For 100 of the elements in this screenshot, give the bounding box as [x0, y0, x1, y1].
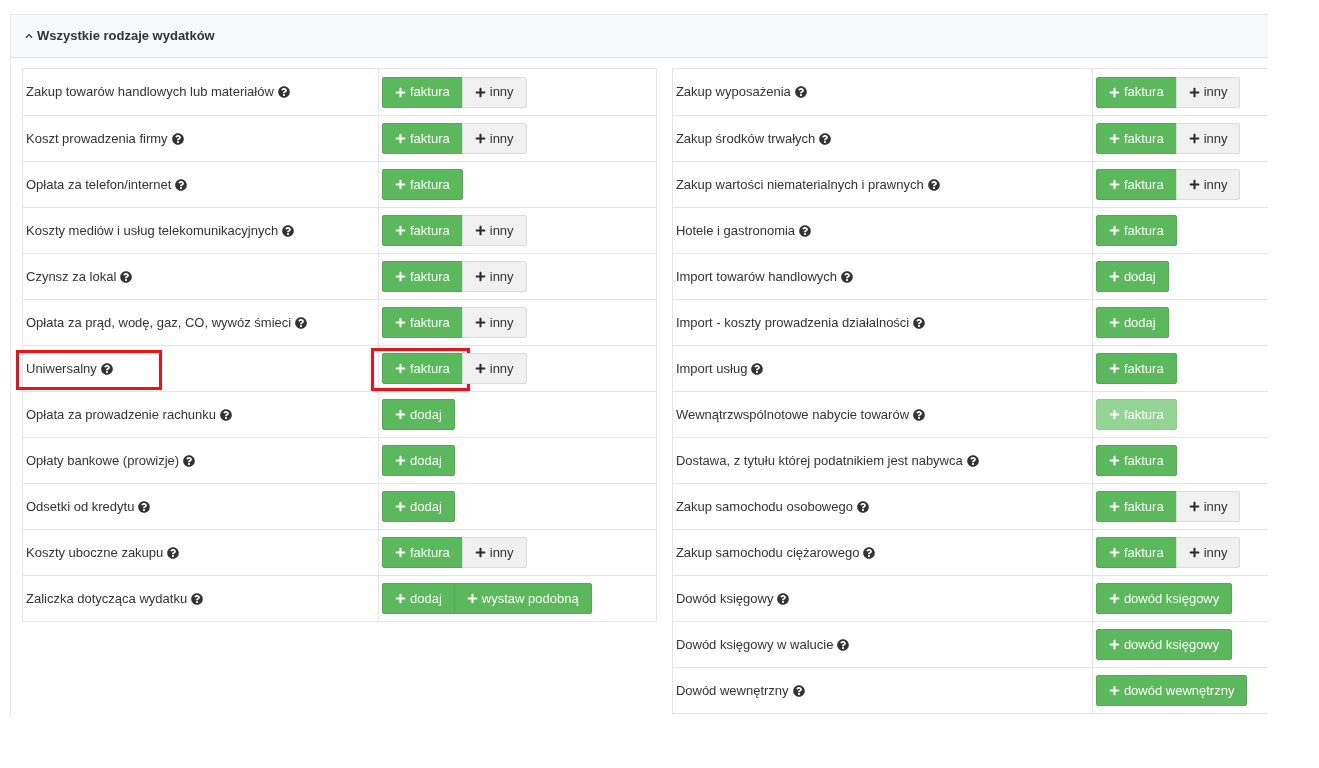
help-icon[interactable]: [913, 316, 926, 329]
help-icon[interactable]: [799, 224, 812, 237]
help-icon[interactable]: [100, 362, 113, 375]
help-icon[interactable]: [792, 684, 805, 697]
plus-icon: [395, 179, 406, 190]
plus-icon: [474, 86, 486, 98]
help-icon[interactable]: [138, 500, 151, 513]
add-button[interactable]: dodaj: [382, 583, 455, 614]
help-icon[interactable]: [777, 592, 790, 605]
add-button[interactable]: faktura: [1095, 76, 1177, 108]
help-icon[interactable]: [183, 454, 196, 467]
expense-type-label: Odsetki od kredytu: [26, 497, 135, 516]
plus-icon: [395, 225, 406, 236]
plus-icon: [1108, 501, 1120, 512]
add-button[interactable]: inny: [1175, 123, 1241, 154]
add-button[interactable]: faktura: [1095, 353, 1177, 384]
help-icon[interactable]: [863, 546, 876, 559]
add-button[interactable]: faktura: [1095, 445, 1177, 476]
add-button[interactable]: inny: [461, 215, 527, 246]
help-icon[interactable]: [191, 592, 204, 605]
plus-icon: [1108, 363, 1120, 374]
plus-icon: [1188, 86, 1200, 98]
add-button[interactable]: inny: [461, 537, 527, 568]
expense-type-label: Koszty uboczne zakupu: [26, 543, 164, 562]
plus-icon: [1188, 547, 1200, 558]
add-button[interactable]: dodaj: [382, 399, 455, 430]
help-icon[interactable]: [220, 408, 233, 421]
help-icon[interactable]: [277, 86, 290, 98]
help-icon[interactable]: [794, 86, 807, 98]
add-button[interactable]: inny: [1175, 537, 1241, 568]
add-button[interactable]: dodaj: [1095, 307, 1169, 338]
help-icon[interactable]: [295, 316, 308, 329]
help-icon[interactable]: [171, 132, 184, 145]
add-button[interactable]: faktura: [1095, 215, 1177, 246]
plus-icon: [1108, 409, 1120, 420]
plus-icon: [466, 593, 478, 604]
add-button[interactable]: faktura: [382, 537, 463, 568]
add-button[interactable]: inny: [461, 353, 527, 384]
expense-type-label: Czynsz za lokal: [26, 267, 117, 286]
add-button[interactable]: faktura: [382, 353, 463, 384]
add-button[interactable]: faktura: [1095, 537, 1177, 568]
plus-icon: [1188, 179, 1200, 190]
expense-type-label: Import towarów handlowych: [675, 267, 837, 286]
help-icon[interactable]: [282, 224, 295, 237]
add-button[interactable]: dodaj: [1095, 261, 1169, 292]
expense-type-label: Import usług: [675, 359, 748, 378]
help-icon[interactable]: [913, 408, 926, 421]
plus-icon: [1108, 593, 1120, 604]
expense-type-label: Hotele i gastronomia: [675, 221, 796, 240]
help-icon[interactable]: [819, 132, 832, 145]
add-button[interactable]: wystaw podobną: [453, 583, 592, 614]
add-button[interactable]: faktura: [382, 123, 463, 154]
add-button[interactable]: inny: [461, 261, 527, 292]
expense-type-label: Opłaty bankowe (prowizje): [26, 451, 180, 470]
add-button[interactable]: inny: [461, 307, 527, 338]
help-icon[interactable]: [751, 362, 764, 375]
plus-icon: [474, 133, 486, 144]
add-button[interactable]: dowód wewnętrzny: [1095, 675, 1248, 706]
help-icon[interactable]: [856, 500, 869, 513]
add-button[interactable]: inny: [461, 123, 527, 154]
add-button[interactable]: faktura: [382, 169, 463, 200]
add-button[interactable]: dodaj: [382, 445, 455, 476]
plus-icon: [1188, 501, 1200, 512]
add-button[interactable]: dowód księgowy: [1095, 583, 1233, 614]
add-button[interactable]: faktura: [1095, 123, 1177, 154]
expense-type-label: Zakup samochodu osobowego: [675, 497, 853, 516]
plus-icon: [474, 225, 486, 236]
add-button[interactable]: faktura: [382, 307, 463, 338]
add-button[interactable]: faktura: [382, 261, 463, 292]
plus-icon: [1188, 133, 1200, 144]
expense-type-label: Zakup samochodu ciężarowego: [675, 543, 860, 562]
panel-header[interactable]: Wszystkie rodzaje wydatków: [11, 15, 1268, 58]
expense-type-label: Zakup środków trwałych: [675, 129, 816, 148]
expense-type-label: Opłata za telefon/internet: [26, 175, 172, 194]
plus-icon: [1108, 639, 1120, 650]
help-icon[interactable]: [167, 546, 180, 559]
plus-icon: [1108, 685, 1120, 696]
help-icon[interactable]: [175, 178, 188, 191]
add-button[interactable]: inny: [1175, 169, 1241, 200]
plus-icon: [395, 363, 406, 374]
help-icon[interactable]: [120, 270, 133, 283]
plus-icon: [474, 317, 486, 328]
add-button[interactable]: faktura: [382, 76, 463, 108]
help-icon[interactable]: [927, 178, 940, 191]
add-button[interactable]: dowód księgowy: [1095, 629, 1233, 660]
expense-type-label: Zakup wyposażenia: [675, 83, 791, 102]
help-icon[interactable]: [837, 638, 850, 651]
plus-icon: [395, 409, 406, 420]
add-button[interactable]: inny: [1175, 76, 1241, 108]
expense-type-label: Zakup towarów handlowych lub materiałów: [26, 83, 274, 102]
help-icon[interactable]: [841, 270, 853, 283]
add-button[interactable]: faktura: [1095, 169, 1177, 200]
add-button[interactable]: inny: [1175, 491, 1241, 522]
add-button[interactable]: faktura: [382, 215, 463, 246]
help-icon[interactable]: [966, 454, 979, 467]
add-button[interactable]: inny: [461, 76, 527, 108]
add-button[interactable]: faktura: [1095, 491, 1177, 522]
expense-type-label: Import - koszty prowadzenia działalności: [675, 313, 910, 332]
add-button[interactable]: dodaj: [382, 491, 455, 522]
expense-type-label: Wewnątrzwspólnotowe nabycie towarów: [675, 405, 910, 424]
